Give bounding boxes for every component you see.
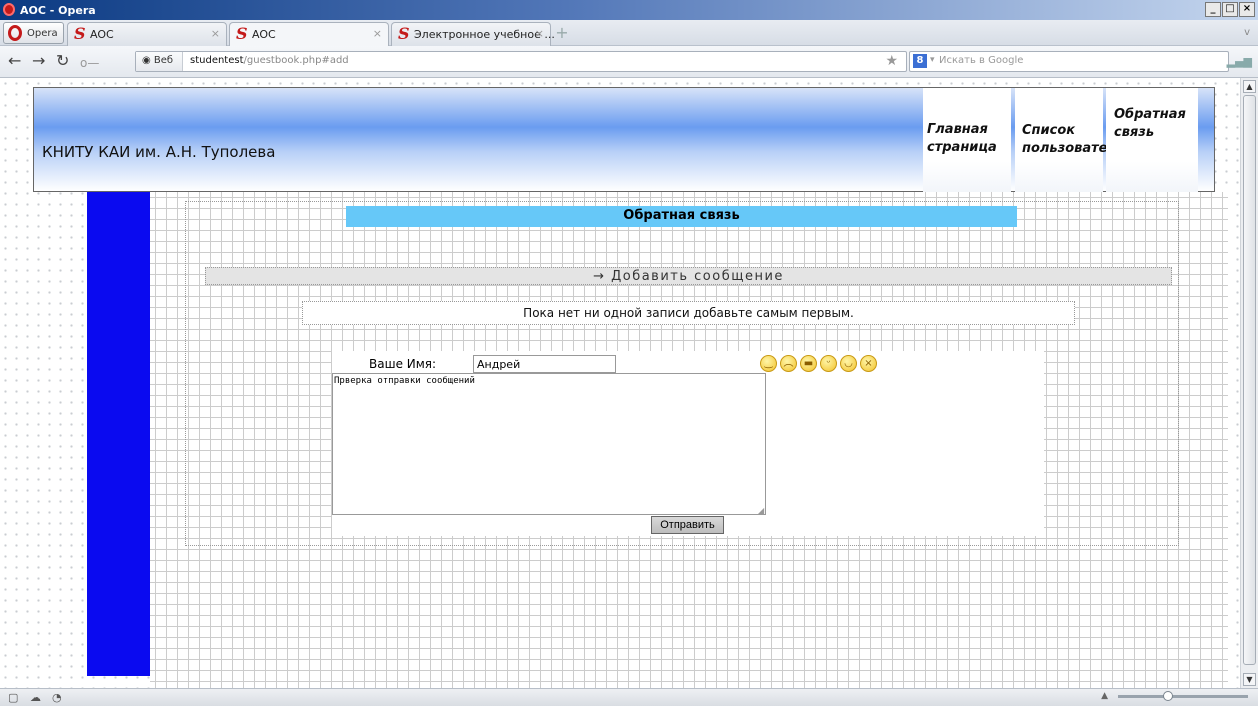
zoom-knob[interactable] (1163, 691, 1173, 701)
zoom-slider[interactable] (1118, 691, 1248, 701)
signal-icon: ▂▄▆ (1226, 55, 1252, 68)
forward-icon[interactable]: → (32, 53, 45, 69)
opera-logo-icon (8, 25, 22, 41)
smiley-panel: ‿ ︵ ▬ ᵕ ◡ × (760, 355, 877, 372)
cool-icon[interactable]: ▬ (800, 355, 817, 372)
menu-users[interactable]: Список пользователей (1015, 88, 1135, 193)
tab-label: Электронное учебное ... (414, 28, 555, 41)
angry-icon[interactable]: × (860, 355, 877, 372)
maximize-button[interactable]: □ (1222, 2, 1238, 17)
menu-feedback-label: Обратная связь (1114, 107, 1186, 140)
menu-home[interactable]: Главная страница (923, 88, 1011, 193)
scroll-up-icon[interactable]: ▲ (1243, 80, 1256, 93)
url-field[interactable]: ◉ Веб studentest/guestbook.php#add ★ (135, 51, 907, 72)
empty-notice: Пока нет ни одной записи добавьте самым … (302, 301, 1075, 325)
opera-menu-label: Opera (27, 28, 58, 39)
add-message-label: → Добавить сообщение (593, 269, 784, 284)
tab-list-chevron-icon[interactable]: v (1244, 27, 1250, 38)
submit-button[interactable]: Отправить (651, 516, 724, 534)
search-engine-icon[interactable]: 8 (913, 54, 927, 68)
search-field[interactable]: 8 ▾ Искать в Google (909, 51, 1229, 72)
search-dropdown-icon[interactable]: ▾ (930, 55, 935, 65)
opera-menu-button[interactable]: Opera (3, 22, 64, 44)
tab-close-icon[interactable]: × (211, 27, 220, 40)
unite-icon[interactable]: ☁ (30, 691, 41, 704)
tab-aoc-2[interactable]: S AOC × (229, 22, 389, 46)
name-label: Ваше Имя: (369, 357, 437, 371)
tab-aoc-1[interactable]: S AOC × (67, 22, 227, 46)
title-bar: AOC - Opera _ □ × (0, 0, 1258, 20)
tab-close-icon[interactable]: × (373, 27, 382, 40)
sad-icon[interactable]: ︵ (780, 355, 797, 372)
tab-bar: Opera S AOC × S AOC × S Электронное учеб… (0, 20, 1258, 46)
left-sidebar (87, 192, 150, 676)
url-host: studentest (190, 55, 244, 66)
site-header: КНИТУ КАИ им. А.Н. Туполева Главная стран… (33, 87, 1215, 193)
site-favicon-icon: S (74, 24, 86, 43)
name-input[interactable] (473, 355, 616, 373)
tab-label: AOC (252, 28, 276, 41)
status-bar: ▢ ☁ ◔ ▲ (0, 688, 1258, 706)
zoom-arrow-icon[interactable]: ▲ (1101, 691, 1108, 701)
menu-feedback[interactable]: Обратная связь (1106, 88, 1198, 193)
browser-window: AOC - Opera _ □ × Opera S AOC × S AOC × … (0, 0, 1258, 706)
new-tab-icon[interactable]: + (553, 24, 571, 42)
page-title: Обратная связь (623, 208, 740, 223)
tongue-icon[interactable]: ᵕ (820, 355, 837, 372)
resize-handle-icon[interactable]: ◢ (758, 506, 764, 515)
bookmark-star-icon[interactable]: ★ (885, 53, 898, 69)
url-path: /guestbook.php#add (243, 55, 349, 66)
window-title: AOC - Opera (20, 4, 96, 17)
scroll-down-icon[interactable]: ▼ (1243, 673, 1256, 686)
tab-textbook[interactable]: S Электронное учебное ... × (391, 22, 555, 46)
web-badge-label: Веб (153, 55, 174, 66)
tab-label: AOC (90, 28, 114, 41)
globe-icon: ◉ (142, 55, 154, 66)
smile-icon[interactable]: ‿ (760, 355, 777, 372)
back-icon[interactable]: ← (8, 53, 21, 69)
menu-home-label: Главная страница (927, 122, 997, 155)
vertical-scrollbar[interactable]: ▲ ▼ (1240, 78, 1258, 688)
search-placeholder: Искать в Google (939, 55, 1024, 66)
grin-icon[interactable]: ◡ (840, 355, 857, 372)
site-favicon-icon: S (398, 24, 410, 43)
message-textarea[interactable]: Прверка отправки сообщений (332, 373, 766, 515)
reload-icon[interactable]: ↻ (56, 53, 69, 69)
opera-logo-icon (3, 3, 15, 16)
empty-message: Пока нет ни одной записи добавьте самым … (523, 306, 854, 320)
address-bar: ← → ↻ o— ◉ Веб studentest/guestbook.php#… (0, 46, 1258, 78)
close-button[interactable]: × (1239, 2, 1255, 17)
panel-toggle-icon[interactable]: ▢ (8, 691, 18, 704)
speed-dial-icon[interactable]: ◔ (52, 691, 62, 704)
title-band: Обратная связь (346, 206, 1017, 227)
key-icon[interactable]: o— (80, 55, 99, 71)
add-message-bar[interactable]: → Добавить сообщение (205, 267, 1172, 285)
minimize-button[interactable]: _ (1205, 2, 1221, 17)
tab-close-icon[interactable]: × (535, 27, 544, 40)
web-badge[interactable]: ◉ Веб (136, 52, 183, 71)
scroll-thumb[interactable] (1243, 95, 1256, 665)
site-favicon-icon: S (236, 24, 248, 43)
page-viewport: КНИТУ КАИ им. А.Н. Туполева Главная стран… (0, 78, 1240, 688)
url-text: studentest/guestbook.php#add (190, 55, 349, 66)
site-name: КНИТУ КАИ им. А.Н. Туполева (42, 143, 276, 161)
